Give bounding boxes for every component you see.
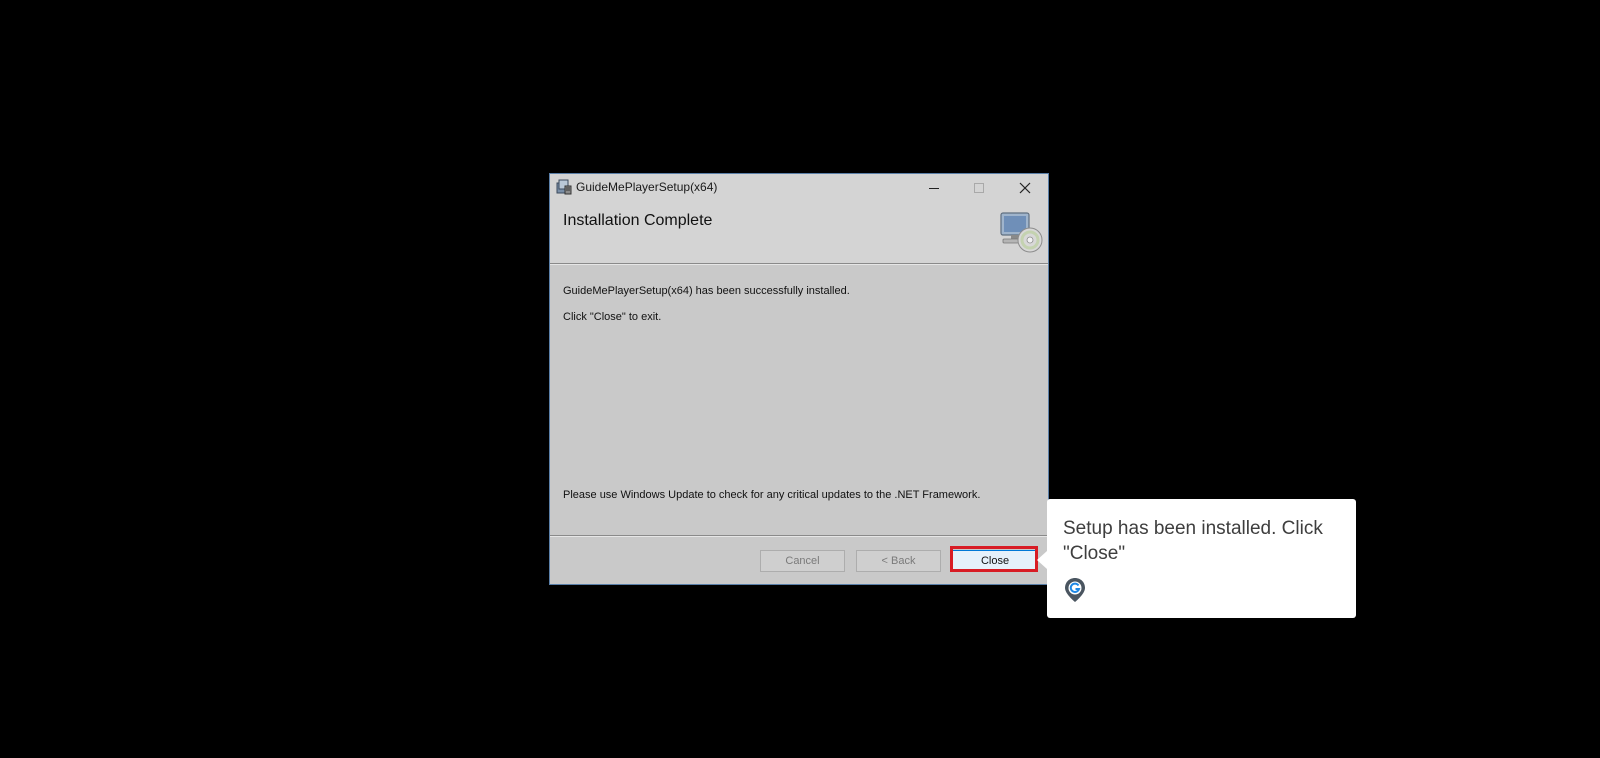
dialog-header: Installation Complete [550,202,1048,263]
footer-divider [550,535,1048,537]
page-title: Installation Complete [563,212,713,229]
setup-dialog: GuideMePlayerSetup(x64) Installation Com… [549,173,1049,585]
guide-tooltip: Setup has been installed. Click "Close" [1037,499,1356,618]
window-title: GuideMePlayerSetup(x64) [576,180,718,194]
cancel-button[interactable]: Cancel [760,550,845,572]
installed-message: GuideMePlayerSetup(x64) has been success… [563,285,850,297]
maximize-icon [974,183,984,193]
installer-icon [556,179,572,195]
exit-instruction: Click "Close" to exit. [563,311,662,323]
title-bar[interactable]: GuideMePlayerSetup(x64) [550,174,1048,202]
tooltip-pointer [1037,551,1047,569]
update-notice: Please use Windows Update to check for a… [563,489,981,501]
maximize-button[interactable] [957,174,1001,202]
close-button[interactable]: Close [952,550,1038,572]
guideme-pin-icon [1065,578,1085,602]
minimize-icon [929,188,939,189]
close-icon [1019,182,1031,194]
tooltip-text: Setup has been installed. Click "Close" [1063,518,1323,564]
header-divider [550,263,1048,265]
close-window-button[interactable] [1003,174,1047,202]
screen: GuideMePlayerSetup(x64) Installation Com… [0,0,1600,758]
computer-cd-icon [1000,212,1043,253]
minimize-button[interactable] [912,174,956,202]
back-button[interactable]: < Back [856,550,941,572]
